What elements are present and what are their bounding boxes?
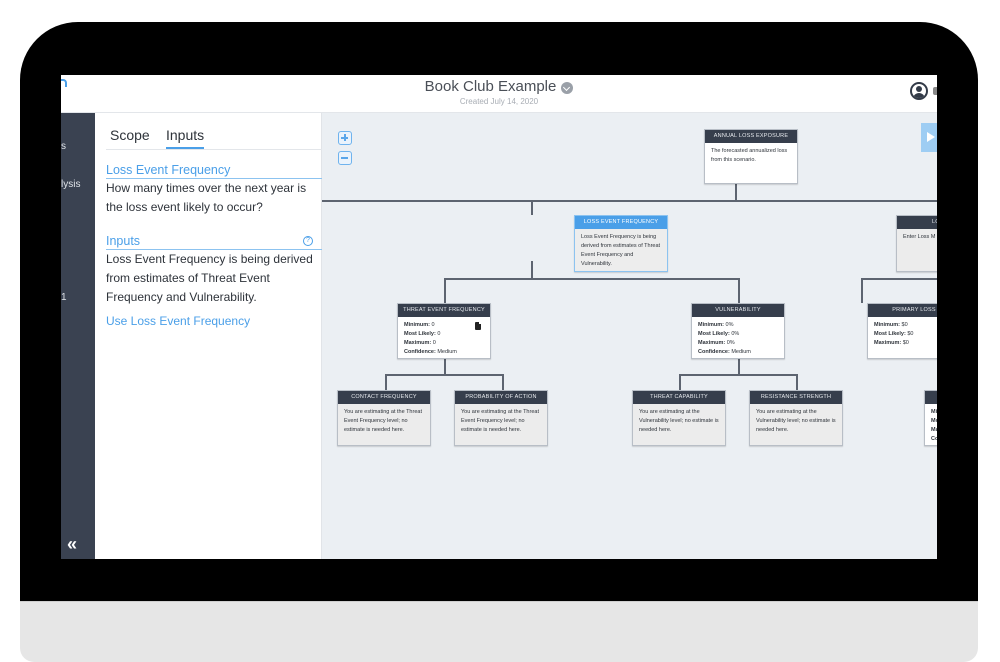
node-text: You are estimating at the Threat Event F… [461, 409, 539, 433]
zoom-out-icon[interactable] [338, 151, 352, 165]
node-vulnerability[interactable]: VULNERABILITY Minimum: 0% Most Likely: 0… [691, 303, 785, 359]
node-text: You are estimating at the Threat Event F… [344, 409, 422, 433]
lef-question: How many times over the next year is the… [106, 181, 307, 214]
node-threat-event-frequency[interactable]: THREAT EVENT FREQUENCY Minimum: 0 Most L… [397, 303, 491, 359]
nav-sidebar: s lysis 1 « [61, 113, 95, 559]
use-lef-link[interactable]: Use Loss Event Frequency [106, 314, 250, 328]
node-text: The forecasted annualized loss from this… [711, 148, 788, 163]
node-probability-of-action[interactable]: PROBABILITY OF ACTION You are estimating… [454, 390, 548, 446]
connector [796, 374, 798, 390]
title-block: Book Club Example Created July 14, 2020 [61, 78, 937, 106]
node-text: You are estimating at the Vulnerability … [756, 409, 836, 433]
node-text: You are estimating at the Vulnerability … [639, 409, 719, 433]
node-title: PROBABILITY OF ACTION [455, 391, 547, 404]
sidebar-item-1[interactable]: s [61, 141, 66, 152]
collapse-sidebar-icon[interactable]: « [67, 534, 77, 555]
connector [531, 200, 533, 215]
node-title: ANNUAL LOSS EXPOSURE [705, 130, 797, 143]
node-primary-loss[interactable]: PRIMARY LOSS Minimum: $0 Most Likely: $0… [867, 303, 937, 359]
help-icon[interactable]: ? [303, 236, 313, 246]
node-estimates: Minimum: $0 Most Likely: $0 Maximum: $0 [874, 322, 914, 346]
section-heading-lef: Loss Event Frequency [106, 163, 322, 179]
section-heading-inputs: Inputs ? [106, 234, 322, 250]
node-estimates: Mi Mo Ma Co [931, 409, 937, 442]
node-title: CONTACT FREQUENCY [338, 391, 430, 404]
node-threat-capability[interactable]: THREAT CAPABILITY You are estimating at … [632, 390, 726, 446]
connector [679, 374, 797, 376]
connector [738, 278, 740, 303]
zoom-in-icon[interactable] [338, 131, 352, 145]
connector [385, 374, 503, 376]
sidebar-item-3[interactable]: 1 [61, 292, 67, 303]
run-play-icon[interactable] [921, 123, 937, 152]
connector [385, 374, 387, 390]
chevron-down-icon[interactable] [561, 81, 574, 94]
device-chin [20, 601, 978, 662]
node-title: LOSS EVENT FREQUENCY [575, 216, 667, 229]
node-title: THREAT CAPABILITY [633, 391, 725, 404]
panel-tabs: Scope Inputs [106, 127, 322, 150]
node-annual-loss-exposure[interactable]: ANNUAL LOSS EXPOSURE The forecasted annu… [704, 129, 798, 184]
connector [502, 374, 504, 390]
connector [679, 374, 681, 390]
node-title: LOSS M [897, 216, 937, 229]
connector [322, 200, 937, 202]
node-text: Loss Event Frequency is being derived fr… [581, 234, 661, 267]
user-avatar-icon[interactable] [910, 82, 928, 100]
node-loss-event-frequency[interactable]: LOSS EVENT FREQUENCY Loss Event Frequenc… [574, 215, 668, 272]
user-name-fragment [933, 87, 937, 95]
node-title: PRIMARY LOSS [868, 304, 937, 317]
created-date: Created July 14, 2020 [459, 97, 539, 106]
node-text: Enter Loss M Primary and S [903, 234, 937, 240]
node-title [925, 391, 937, 404]
scenario-title[interactable]: Book Club Example [425, 78, 574, 95]
connector [444, 278, 446, 303]
node-partial-offscreen[interactable]: Mi Mo Ma Co [924, 390, 937, 446]
tab-scope[interactable]: Scope [110, 127, 150, 147]
scenario-title-text: Book Club Example [424, 78, 557, 95]
inputs-heading-text: Inputs [106, 234, 141, 248]
app-screen: Book Club Example Created July 14, 2020 … [61, 75, 937, 559]
connector [444, 278, 740, 280]
node-loss-magnitude[interactable]: LOSS M Enter Loss M Primary and S [896, 215, 937, 272]
inputs-panel: Scope Inputs Loss Event Frequency How ma… [95, 113, 322, 559]
node-contact-frequency[interactable]: CONTACT FREQUENCY You are estimating at … [337, 390, 431, 446]
connector [861, 278, 937, 280]
connector [735, 183, 737, 201]
node-estimates: Minimum: 0% Most Likely: 0% Maximum: 0% … [698, 322, 751, 355]
inputs-description: Loss Event Frequency is being derived fr… [106, 252, 313, 304]
tab-inputs[interactable]: Inputs [166, 127, 205, 149]
node-title: VULNERABILITY [692, 304, 784, 317]
diagram-canvas[interactable]: ANNUAL LOSS EXPOSURE The forecasted annu… [322, 113, 937, 559]
document-icon[interactable] [475, 322, 481, 330]
node-title: RESISTANCE STRENGTH [750, 391, 842, 404]
connector [738, 359, 740, 375]
connector [861, 278, 863, 303]
connector [531, 261, 533, 279]
sidebar-item-analysis[interactable]: lysis [61, 179, 80, 190]
connector [444, 359, 446, 375]
app-header: Book Club Example Created July 14, 2020 [61, 75, 937, 113]
node-title: THREAT EVENT FREQUENCY [398, 304, 490, 317]
node-resistance-strength[interactable]: RESISTANCE STRENGTH You are estimating a… [749, 390, 843, 446]
